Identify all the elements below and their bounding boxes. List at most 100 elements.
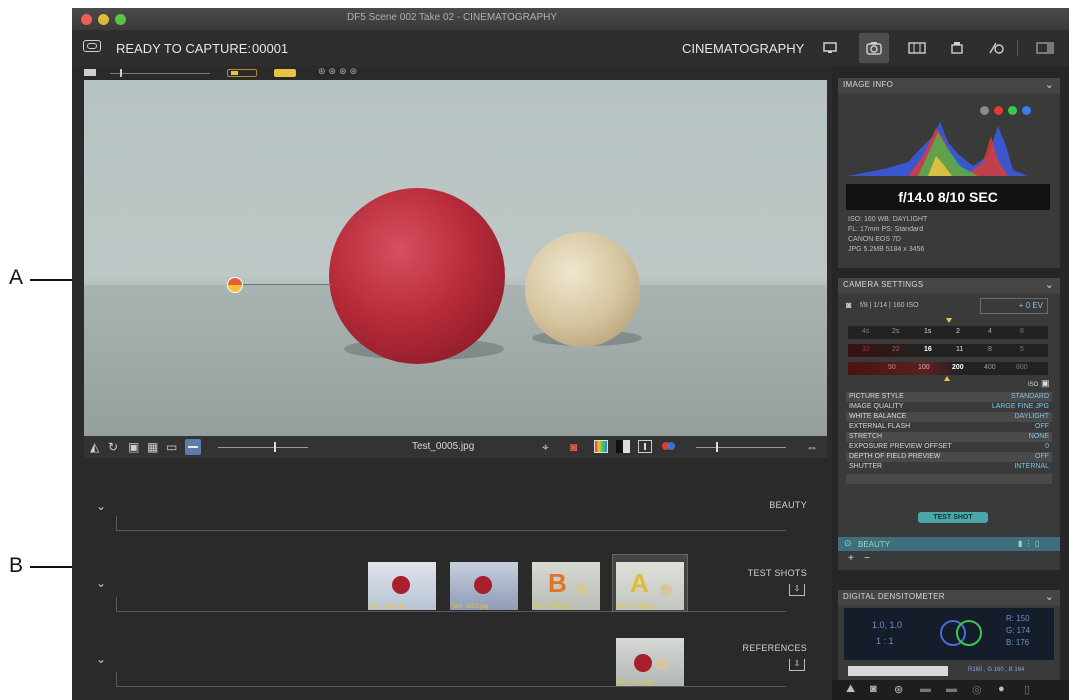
thumbnail-label: Test_0004.jpg: [617, 680, 655, 686]
overlay-opacity-slider[interactable]: [110, 73, 210, 74]
mode-label[interactable]: CINEMATOGRAPHY: [682, 41, 804, 56]
settings-spacer-row: [846, 474, 1052, 484]
overlay-opacity-knob[interactable]: [120, 69, 122, 77]
frame-view-icon[interactable]: ▭: [166, 440, 177, 454]
thumbnail-label: Test_0002.jpg: [451, 604, 489, 610]
setting-row[interactable]: EXPOSURE PREVIEW OFFSET 0: [846, 442, 1052, 452]
monitor-small-icon[interactable]: ▬: [920, 683, 931, 695]
overlay-presets-icon[interactable]: ⊛⊛⊛⊛: [318, 66, 360, 77]
shutter-scale[interactable]: 4s 2s 1s 2 4 8: [848, 326, 1048, 339]
references-collapse-chevron-icon[interactable]: ⌄: [96, 652, 106, 666]
lock-icon[interactable]: ▣: [1041, 378, 1050, 389]
rgb-toggle-icon[interactable]: [662, 441, 676, 452]
rotate-icon[interactable]: ↻: [108, 440, 118, 454]
panel-title: IMAGE INFO: [843, 80, 894, 89]
trash-icon[interactable]: ▯: [1024, 683, 1030, 696]
references-import-icon[interactable]: ⇩: [789, 659, 805, 671]
sample-readout: R160 , G 160 , B 164: [968, 667, 1025, 673]
thumbnail-label: Test_0003.jpg: [533, 604, 571, 610]
setting-row[interactable]: WHITE BALANCE DAYLIGHT: [846, 412, 1052, 422]
camera-capture-tab-icon[interactable]: [859, 33, 889, 63]
camera-settings-chevron-icon[interactable]: ⌄: [1045, 278, 1054, 291]
brightness-slider[interactable]: [696, 447, 786, 448]
thumbnail-test-0003[interactable]: B: [532, 562, 600, 610]
crosshair-icon[interactable]: ⌖: [542, 440, 549, 455]
settings-tool-icon[interactable]: [984, 37, 1010, 59]
overlay-toggle-icon[interactable]: [84, 69, 96, 76]
overlay-split-line[interactable]: [233, 284, 332, 285]
test-shot-button[interactable]: TEST SHOT: [918, 512, 988, 523]
rgb-small-icon[interactable]: ●: [998, 683, 1005, 695]
overlay-active-toggle[interactable]: [274, 69, 296, 77]
camera-icon: ◙: [846, 300, 852, 310]
capture-status-icon: [83, 40, 101, 52]
densitometer-header[interactable]: DIGITAL DENSITOMETER ⌄: [838, 590, 1060, 605]
references-track[interactable]: [116, 686, 786, 687]
bw-channel-icon[interactable]: [616, 440, 630, 453]
thumbnail-test-0004[interactable]: [616, 638, 684, 686]
exposure-warning-icon[interactable]: [638, 440, 652, 453]
current-filename: Test_0005.jpg: [412, 441, 475, 452]
overlay-view-icon[interactable]: [185, 439, 201, 455]
add-collection-button[interactable]: +: [848, 553, 854, 564]
density-b: B: 176: [1006, 638, 1030, 647]
thumbnail-test-0001[interactable]: [368, 562, 436, 610]
setting-row[interactable]: SHUTTER INTERNAL: [846, 462, 1052, 472]
image-info-panel: IMAGE INFO ⌄ f/14.0 8/10 SEC ISO: 160 WB…: [838, 78, 1060, 268]
thumbnail-label: Test_0001.jpg: [369, 604, 407, 610]
capture-overlay-icon[interactable]: ◙: [570, 440, 577, 454]
zoom-slider[interactable]: [218, 447, 308, 448]
setting-row[interactable]: EXTERNAL FLASH OFF: [846, 422, 1052, 432]
sample-ring-green[interactable]: [956, 620, 982, 646]
target-small-icon[interactable]: ◎: [972, 683, 982, 696]
iso-scale[interactable]: 50 100 200 400 800: [848, 362, 1048, 375]
grid-view-icon[interactable]: ▦: [147, 440, 158, 454]
zoom-slider-knob[interactable]: [274, 442, 276, 452]
capture-collection-bar[interactable]: ⊙ BEAUTY ▮ ⋮ ▯: [838, 537, 1060, 551]
color-channel-icon[interactable]: [594, 440, 608, 453]
stack-icon[interactable]: [944, 37, 970, 59]
image-viewer[interactable]: [84, 80, 827, 436]
thumbnail-test-0002[interactable]: [450, 562, 518, 610]
collection-info-icon[interactable]: ▮ ⋮ ▯: [1018, 539, 1039, 548]
remove-collection-button[interactable]: −: [864, 553, 870, 564]
monitor-icon[interactable]: [817, 37, 843, 59]
grid-mode-icon[interactable]: ◭: [90, 440, 99, 454]
capture-status-label: READY TO CAPTURE:: [116, 41, 252, 56]
beauty-collapse-chevron-icon[interactable]: ⌄: [96, 499, 106, 513]
camera-icon[interactable]: ◙: [870, 683, 877, 695]
strip-icon[interactable]: ▬: [946, 683, 957, 695]
fit-window-icon[interactable]: ⇔: [806, 440, 818, 454]
overlay-icon[interactable]: ⊛: [894, 683, 903, 696]
brightness-slider-knob[interactable]: [716, 442, 718, 452]
capture-counter[interactable]: 00001: [252, 41, 288, 56]
thumbnail-test-0005[interactable]: A: [616, 562, 684, 610]
sample-swatch: [848, 666, 948, 676]
iso-label: ISO: [1028, 382, 1039, 388]
landscape-icon[interactable]: ⛰: [846, 683, 855, 696]
test-shots-import-icon[interactable]: ⇩: [789, 584, 805, 596]
image-info-chevron-icon[interactable]: ⌄: [1045, 78, 1054, 91]
single-view-icon[interactable]: ▣: [128, 440, 139, 454]
panel-toggle-icon[interactable]: [1032, 37, 1058, 59]
densitometer-chevron-icon[interactable]: ⌄: [1045, 590, 1054, 603]
camera-settings-panel: CAMERA SETTINGS ⌄ ◙ f/8 | 1/14 | 160 ISO…: [838, 278, 1060, 570]
inspector-column: IMAGE INFO ⌄ f/14.0 8/10 SEC ISO: 160 WB…: [832, 66, 1069, 700]
test-shots-collapse-chevron-icon[interactable]: ⌄: [96, 576, 106, 590]
overlay-split-handle[interactable]: [227, 277, 243, 293]
main-toolbar: READY TO CAPTURE: 00001 CINEMATOGRAPHY: [72, 30, 1069, 66]
camera-settings-header[interactable]: CAMERA SETTINGS ⌄: [838, 278, 1060, 293]
film-strip-icon[interactable]: [904, 37, 930, 59]
image-info-header[interactable]: IMAGE INFO ⌄: [838, 78, 1060, 93]
setting-row[interactable]: IMAGE QUALITY LARGE FINE JPG: [846, 402, 1052, 412]
ev-compensation[interactable]: + 0 EV: [980, 298, 1048, 314]
app-window: DF5 Scene 002 Take 02 - CINEMATOGRAPHY R…: [72, 8, 1069, 700]
setting-row[interactable]: DEPTH OF FIELD PREVIEW OFF: [846, 452, 1052, 462]
setting-row[interactable]: STRETCH NONE: [846, 432, 1052, 442]
aperture-scale[interactable]: 32 22 16 11 8 5: [848, 344, 1048, 357]
bottom-tool-strip: ⛰ ◙ ⊛ ▬ ▬ ◎ ● ▯: [832, 680, 1069, 700]
overlay-letter-toggle[interactable]: [227, 69, 257, 77]
beauty-track[interactable]: [116, 530, 786, 531]
setting-row[interactable]: PICTURE STYLE STANDARD: [846, 392, 1052, 402]
target-icon: ⊙: [844, 538, 852, 548]
